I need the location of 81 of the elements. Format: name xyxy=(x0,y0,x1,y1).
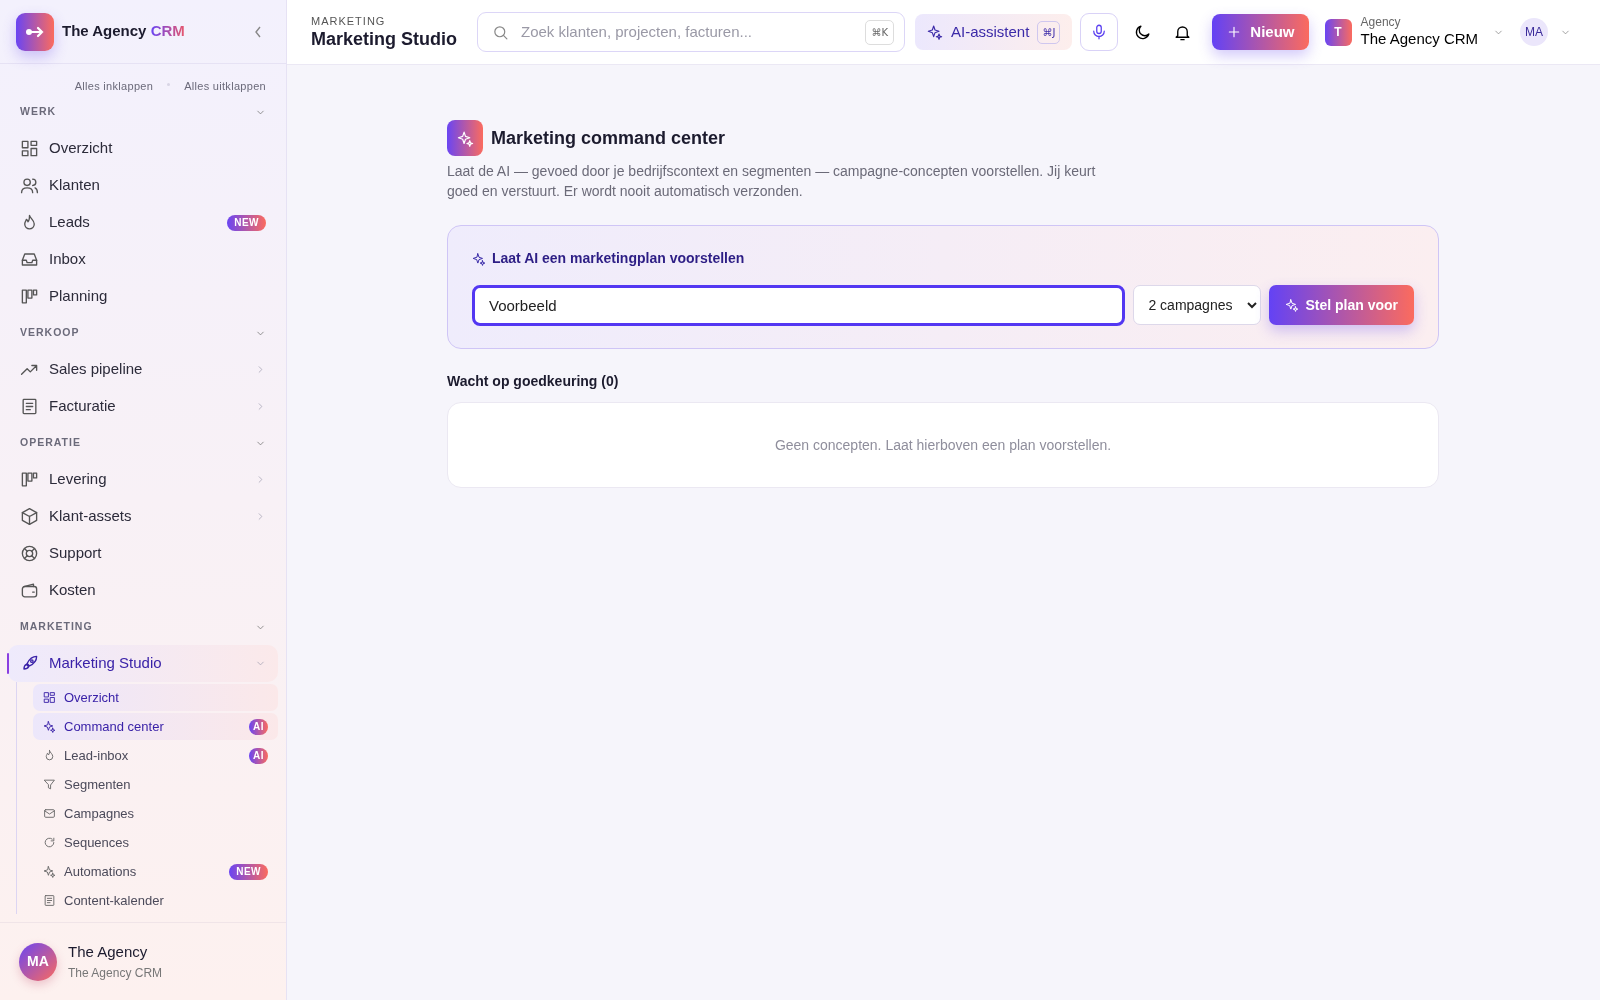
sparkle-icon xyxy=(456,129,474,147)
sidebar-item[interactable]: Marketing Studio xyxy=(8,645,278,682)
refresh-icon xyxy=(43,836,56,849)
workspace-label: Agency xyxy=(1360,16,1402,30)
shortcut-key: ⌘K xyxy=(865,19,894,45)
ai-assistant-button[interactable]: AI-assistent ⌘J xyxy=(915,14,1073,50)
submenu-item[interactable]: Command center AI xyxy=(33,713,278,740)
brand-name: The Agency CRM xyxy=(62,21,185,42)
sidebar-item[interactable]: Support xyxy=(8,535,278,572)
propose-plan-button[interactable]: Stel plan voor xyxy=(1269,285,1414,325)
new-badge: NEW xyxy=(227,214,266,231)
sparkle-icon xyxy=(43,720,56,733)
workspace-switcher[interactable]: T Agency The Agency CRM xyxy=(1324,16,1505,48)
users-icon xyxy=(20,176,39,195)
sidebar-item[interactable]: Sales pipeline xyxy=(8,351,278,388)
user-avatar[interactable]: MA xyxy=(1520,18,1549,46)
user-org: The Agency CRM xyxy=(68,964,163,982)
submenu-item[interactable]: Lead-inbox AI xyxy=(33,742,278,769)
page-title: Marketing Studio xyxy=(311,29,457,52)
collapse-all-link[interactable]: Alles inklappen xyxy=(74,77,154,94)
submenu-item[interactable]: Content-kalender xyxy=(33,887,278,914)
section-heading[interactable]: OPERATIE xyxy=(20,435,81,451)
sidebar-item[interactable]: Kosten xyxy=(8,572,278,609)
board-icon xyxy=(20,470,39,489)
prompt-input-field[interactable]: Voorbeeld xyxy=(472,285,1126,326)
mail-icon xyxy=(43,807,56,820)
workspace-name: The Agency CRM xyxy=(1360,29,1479,48)
logo-icon xyxy=(16,12,54,51)
submenu-item[interactable]: Segmenten xyxy=(33,771,278,798)
sparkle-icon xyxy=(472,251,486,266)
new-badge: NEW xyxy=(229,863,268,880)
new-button[interactable]: Nieuw xyxy=(1212,14,1309,50)
collapse-sidebar-icon[interactable] xyxy=(254,25,262,38)
submenu-item[interactable]: Overzicht xyxy=(33,684,278,711)
sidebar-item[interactable]: Levering xyxy=(8,461,278,498)
sparkle-icon xyxy=(43,865,56,878)
sparkle-icon xyxy=(1285,298,1300,312)
section-heading[interactable]: WERK xyxy=(20,104,57,120)
card-title: Laat AI een marketingplan voorstellen xyxy=(492,249,745,268)
board-icon xyxy=(20,287,39,306)
funnel-icon xyxy=(43,778,56,791)
expand-all-link[interactable]: Alles uitklappen xyxy=(184,77,266,94)
grid-icon xyxy=(43,691,56,704)
submenu-item[interactable]: Sequences xyxy=(33,829,278,856)
ai-badge: AI xyxy=(249,718,268,735)
submenu-item[interactable]: Automations NEW xyxy=(33,858,278,885)
queue-heading: Wacht op goedkeuring (0) xyxy=(447,372,620,391)
sparkle-icon xyxy=(927,24,943,40)
wallet-icon xyxy=(20,581,39,600)
description-text: Laat de AI — gevoed door je bedrijfscontext en segmenten — campagne-concepten voorstellen. Jij keurt goed en verstuurt. Er wordt nooit automatisch verzonden. xyxy=(447,162,1097,201)
workspace-logo: T xyxy=(1324,18,1352,46)
search-field[interactable]: Zoek klanten, projecten, facturen... ⌘K xyxy=(477,12,905,52)
sidebar-item[interactable]: Overzicht xyxy=(8,130,278,167)
flame-icon xyxy=(43,749,56,762)
grid-icon xyxy=(20,139,39,158)
inbox-icon xyxy=(20,250,39,269)
document-icon xyxy=(20,397,39,416)
campaign-count-select[interactable]: 2 campagnes xyxy=(1133,285,1262,325)
sidebar-item[interactable]: Planning xyxy=(8,278,278,315)
sidebar-item[interactable]: Klanten xyxy=(8,167,278,204)
sidebar-item[interactable]: Klant-assets xyxy=(8,498,278,535)
rocket-icon xyxy=(20,654,39,673)
lifebuoy-icon xyxy=(20,544,39,563)
cube-icon xyxy=(20,507,39,526)
search-input[interactable]: Zoek klanten, projecten, facturen... xyxy=(519,19,856,45)
section-heading[interactable]: VERKOOP xyxy=(20,325,80,341)
ai-badge: AI xyxy=(249,747,268,764)
submenu-item[interactable]: Campagnes xyxy=(33,800,278,827)
section-title: Marketing command center xyxy=(491,126,726,150)
empty-state-text: Geen concepten. Laat hierboven een plan voorstellen. xyxy=(774,435,1112,455)
user-avatar[interactable]: MA xyxy=(19,942,57,981)
user-name: The Agency xyxy=(68,942,149,963)
search-icon xyxy=(492,23,509,41)
microphone-button[interactable] xyxy=(1080,13,1119,51)
sidebar-item[interactable]: Facturatie xyxy=(8,388,278,425)
breadcrumb-label: MARKETING xyxy=(311,13,387,29)
sidebar-item[interactable]: Inbox xyxy=(8,241,278,278)
sidebar-item[interactable]: Leads NEW xyxy=(8,204,278,241)
document-icon xyxy=(43,894,56,907)
shortcut-key: ⌘J xyxy=(1037,20,1061,44)
section-heading[interactable]: MARKETING xyxy=(20,619,93,635)
